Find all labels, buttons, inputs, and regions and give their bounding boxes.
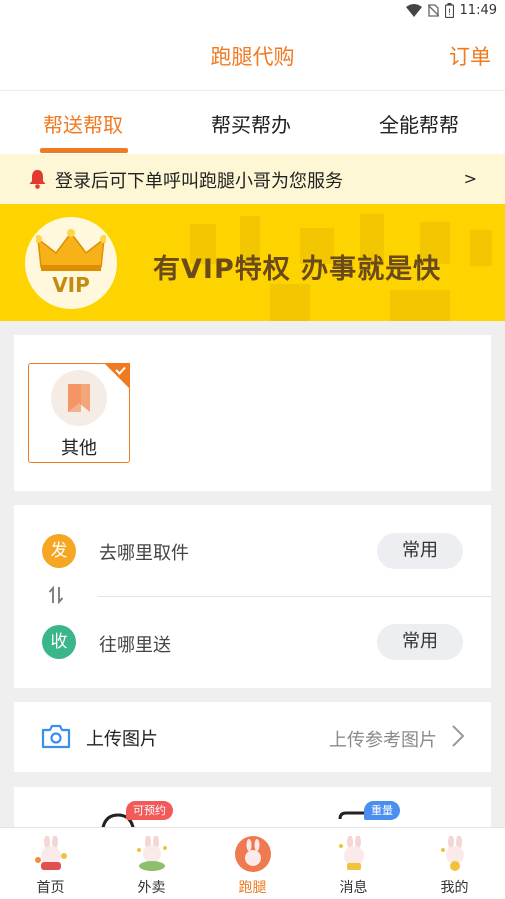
address-divider [98,596,491,597]
nav-messages-label: 消息 [339,880,368,896]
header: 跑腿代购 订单 [0,22,505,90]
nav-takeout-label: 外卖 [137,880,166,896]
pickup-address-input[interactable]: 去哪里取件 [99,539,189,565]
nav-profile-label: 我的 [440,880,469,896]
upload-label: 上传图片 [86,729,158,750]
nav-messages[interactable]: 消息 [303,828,404,899]
status-time: 11:49 [459,3,497,18]
upload-image-row[interactable]: 上传图片 上传参考图片 [14,702,491,772]
page-title: 跑腿代购 [210,45,295,69]
category-label: 其他 [61,438,97,459]
status-bar: ! 11:49 [0,0,505,22]
notice-text: 登录后可下单呼叫跑腿小哥为您服务 [55,171,343,192]
no-sim-icon [427,4,439,17]
message-rabbit-icon [339,836,364,870]
orders-button[interactable]: 订单 [449,41,491,71]
tab-all-purpose[interactable]: 全能帮帮 [379,109,459,138]
tab-deliver-pickup[interactable]: 帮送帮取 [43,109,123,138]
pickup-frequent-button[interactable]: 常用 [377,533,463,569]
swap-arrows-icon[interactable] [48,585,64,610]
upload-hint: 上传参考图片 [329,730,437,751]
vip-slogan: 有VIP特权 办事就是快 [153,254,442,285]
pickup-dot-icon: 发 [42,534,76,568]
nav-home[interactable]: 首页 [0,828,101,899]
dropoff-frequent-button[interactable]: 常用 [377,624,463,660]
dropoff-address-input[interactable]: 往哪里送 [99,631,171,657]
active-tab-indicator [40,148,128,153]
tab-buy-handle[interactable]: 帮买帮办 [211,109,291,138]
takeout-rabbit-icon [137,836,167,871]
nav-errand-label: 跑腿 [238,880,267,896]
svg-text:!: ! [447,8,451,18]
address-card: 发 去哪里取件 常用 收 往哪里送 常用 [14,505,491,688]
chevron-right-icon: > [463,169,477,188]
crown-icon [36,229,106,271]
selected-check-icon [104,363,130,389]
profile-rabbit-icon [441,836,464,871]
errand-rabbit-icon [235,836,271,872]
vip-banner[interactable]: VIP 有VIP特权 办事就是快 [0,204,505,321]
weight-badge: 重量 [364,801,400,820]
chevron-right-icon [452,725,465,747]
service-tabs: 帮送帮取 帮买帮办 全能帮帮 [0,90,505,154]
reservable-badge: 可预约 [126,801,173,820]
dropoff-dot-icon: 收 [42,625,76,659]
nav-takeout[interactable]: 外卖 [101,828,202,899]
vip-badge-label: VIP [52,273,90,297]
login-notice[interactable]: 登录后可下单呼叫跑腿小哥为您服务 > [0,154,505,204]
bell-icon [29,170,46,189]
nav-errand[interactable]: 跑腿 [202,828,303,899]
camera-icon [41,724,71,749]
wifi-icon [405,4,422,17]
nav-home-label: 首页 [36,880,65,896]
home-rabbit-icon [35,836,67,870]
category-item-other[interactable]: 其他 [28,363,130,463]
bottom-nav: 首页 外卖 跑腿 消息 我的 [0,827,505,899]
battery-icon: ! [444,3,454,18]
vip-badge: VIP [25,217,117,309]
bookmark-icon [51,370,107,426]
category-card: 其他 [14,335,491,491]
status-icons: ! 11:49 [405,3,497,18]
nav-profile[interactable]: 我的 [404,828,505,899]
